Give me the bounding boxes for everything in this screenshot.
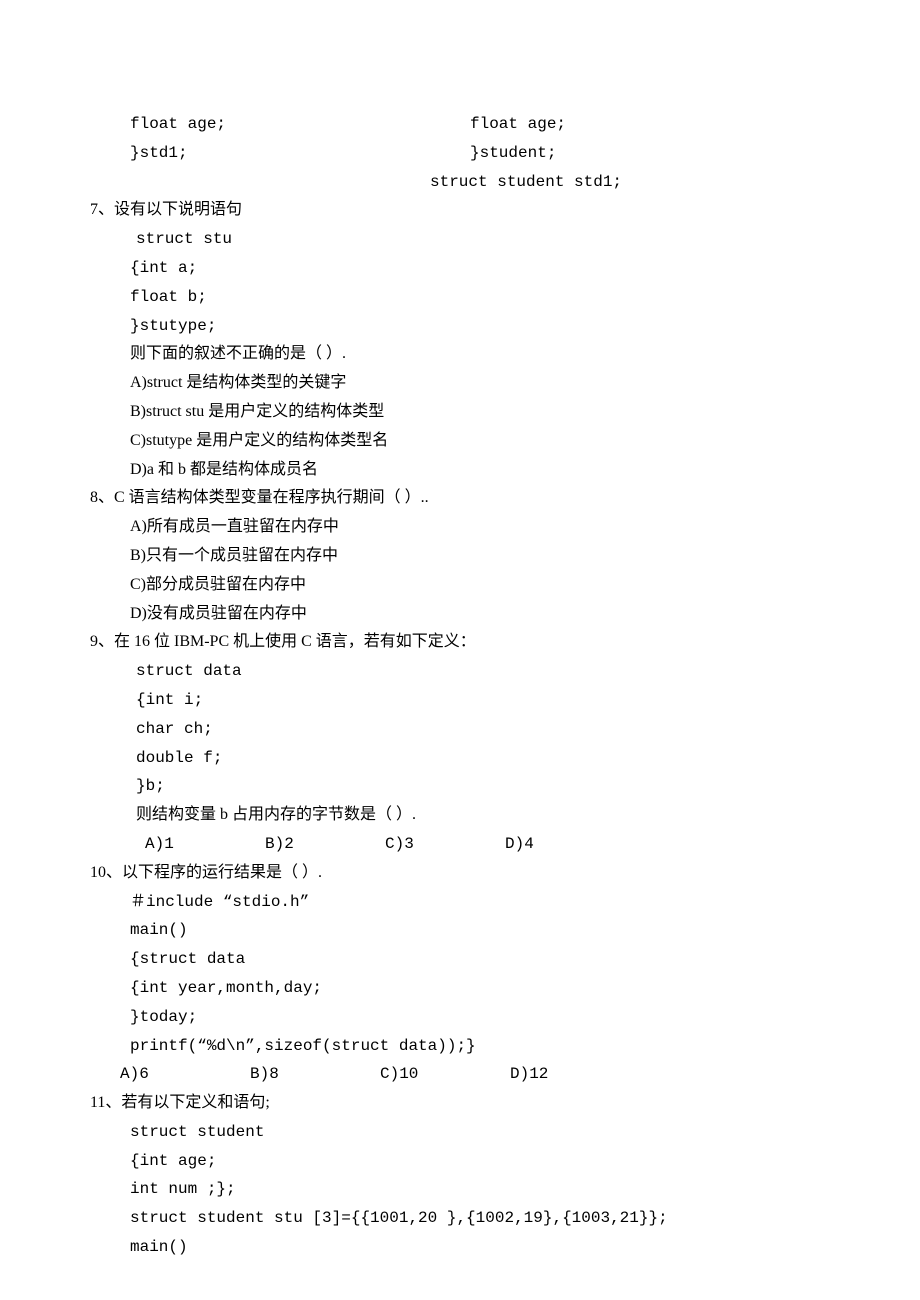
code-line: }std1; xyxy=(90,139,460,168)
option-b: B)8 xyxy=(250,1060,380,1089)
question-head: 8、C 语言结构体类型变量在程序执行期间（ ）.. xyxy=(90,484,830,513)
page: float age; }std1; float age; }student; s… xyxy=(0,0,920,1300)
question-9: 9、在 16 位 IBM-PC 机上使用 C 语言，若有如下定义： struct… xyxy=(90,628,830,858)
option-b: B)只有一个成员驻留在内存中 xyxy=(90,542,830,571)
code-line: ＃include “stdio.h” xyxy=(90,888,830,917)
code-line: {struct data xyxy=(90,945,830,974)
option-a: A)1 xyxy=(145,830,265,859)
code-line: }today; xyxy=(90,1003,830,1032)
code-line: struct student std1; xyxy=(430,168,830,197)
top-two-columns: float age; }std1; float age; }student; s… xyxy=(90,110,830,196)
question-head: 10、以下程序的运行结果是（ ）. xyxy=(90,859,830,888)
top-right-column: float age; }student; struct student std1… xyxy=(460,110,830,196)
question-8: 8、C 语言结构体类型变量在程序执行期间（ ）.. A)所有成员一直驻留在内存中… xyxy=(90,484,830,628)
code-line: float age; xyxy=(90,110,460,139)
code-line: main() xyxy=(90,1233,830,1262)
code-line: {int age; xyxy=(90,1147,830,1176)
code-line: {int i; xyxy=(90,686,830,715)
options-row: A)1 B)2 C)3 D)4 xyxy=(90,830,830,859)
code-line: float b; xyxy=(90,283,830,312)
option-b: B)2 xyxy=(265,830,385,859)
code-line: main() xyxy=(90,916,830,945)
question-head: 9、在 16 位 IBM-PC 机上使用 C 语言，若有如下定义： xyxy=(90,628,830,657)
code-line: double f; xyxy=(90,744,830,773)
code-line: struct student xyxy=(90,1118,830,1147)
option-a: A)6 xyxy=(120,1060,250,1089)
code-line: char ch; xyxy=(90,715,830,744)
option-d: D)没有成员驻留在内存中 xyxy=(90,600,830,629)
question-head: 11、若有以下定义和语句; xyxy=(90,1089,830,1118)
option-d: D)12 xyxy=(510,1060,640,1089)
option-c: C)3 xyxy=(385,830,505,859)
code-line: printf(“%d\n”,sizeof(struct data));} xyxy=(90,1032,830,1061)
option-d: D)a 和 b 都是结构体成员名 xyxy=(90,456,830,485)
code-line: int num ;}; xyxy=(90,1175,830,1204)
option-c: C)stutype 是用户定义的结构体类型名 xyxy=(90,427,830,456)
option-b: B)struct stu 是用户定义的结构体类型 xyxy=(90,398,830,427)
top-left-column: float age; }std1; xyxy=(90,110,460,196)
option-c: C)部分成员驻留在内存中 xyxy=(90,571,830,600)
option-a: A)所有成员一直驻留在内存中 xyxy=(90,513,830,542)
code-line: }student; xyxy=(460,139,830,168)
option-a: A)struct 是结构体类型的关键字 xyxy=(90,369,830,398)
question-11: 11、若有以下定义和语句; struct student {int age; i… xyxy=(90,1089,830,1262)
question-10: 10、以下程序的运行结果是（ ）. ＃include “stdio.h” mai… xyxy=(90,859,830,1089)
question-head: 7、设有以下说明语句 xyxy=(90,196,830,225)
code-line: {int year,month,day; xyxy=(90,974,830,1003)
code-line: struct student stu [3]={{1001,20 },{1002… xyxy=(90,1204,830,1233)
options-row: A)6 B)8 C)10 D)12 xyxy=(90,1060,830,1089)
option-d: D)4 xyxy=(505,830,625,859)
question-stem: 则结构变量 b 占用内存的字节数是（ ）. xyxy=(90,801,830,830)
code-line: float age; xyxy=(460,110,830,139)
code-line: }stutype; xyxy=(90,312,830,341)
question-stem: 则下面的叙述不正确的是（ ）. xyxy=(90,340,830,369)
code-line: struct data xyxy=(90,657,830,686)
question-7: 7、设有以下说明语句 struct stu {int a; float b; }… xyxy=(90,196,830,484)
code-line: {int a; xyxy=(90,254,830,283)
code-line: }b; xyxy=(90,772,830,801)
code-line: struct stu xyxy=(90,225,830,254)
option-c: C)10 xyxy=(380,1060,510,1089)
